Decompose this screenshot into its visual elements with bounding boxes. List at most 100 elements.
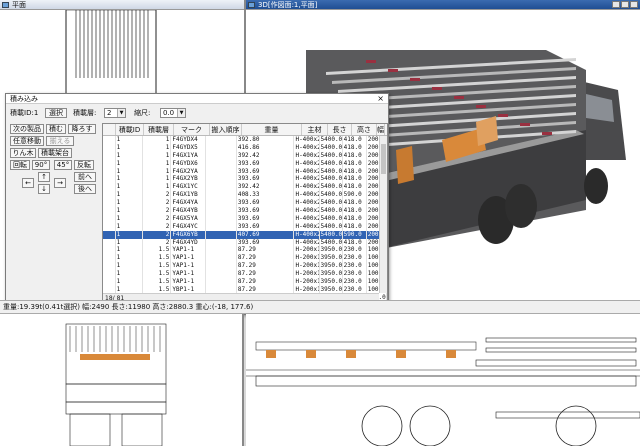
table-header: 積載ID 積載層 マーク 搬入順序 重量 主材 長さ 高さ幅: [103, 124, 387, 136]
load-dialog[interactable]: 積み込み × 積載ID:1 選択 積載層: 2 ▼ 縮尺: 0.0 ▼ 次の製品 積…: [5, 93, 389, 315]
table-row[interactable]: 11F4GYDX4392.80H-400x200x8x125400.0418.0…: [103, 136, 387, 144]
maximize-icon[interactable]: [621, 1, 629, 8]
front-view-canvas[interactable]: [0, 314, 244, 446]
side-view-canvas[interactable]: [246, 314, 640, 446]
column-header[interactable]: 積載ID: [116, 124, 144, 135]
column-header[interactable]: [103, 124, 116, 135]
table-cell: 2: [143, 191, 172, 200]
move-down-button[interactable]: ↓: [38, 184, 50, 194]
table-cell: 1: [143, 167, 172, 176]
table-row[interactable]: 11.5YAP1-1 87.29H-200x100x5.5x83950.0230.…: [103, 246, 387, 255]
table-cell: 1: [116, 159, 143, 168]
table-cell: [103, 136, 116, 144]
table-cell: 418.0: [343, 183, 367, 192]
table-cell: [206, 183, 237, 192]
table-cell: H-200x100x5.5x8: [295, 246, 320, 255]
table-cell: 5400.0: [320, 238, 343, 247]
table-row[interactable]: 12F4GX4YC 393.69H-400x200x8x125400.0418.0…: [103, 222, 387, 231]
move-left-button[interactable]: ←: [22, 178, 34, 188]
table-row[interactable]: 11F4GX2YB393.69H-400x200x8x125400.0418.0…: [103, 175, 387, 184]
table-cell: 230.0: [343, 270, 367, 279]
window-controls[interactable]: [612, 1, 638, 8]
table-row[interactable]: 11F4GX1YC392.42H-400x200x8x125400.0418.0…: [103, 183, 387, 192]
table-cell: 418.0: [343, 151, 367, 160]
rotate-button[interactable]: 回転: [10, 160, 30, 170]
column-header[interactable]: 重量: [242, 124, 302, 135]
table-row[interactable]: 12F4GX4YD 393.69H-400x200x8x125400.0418.0…: [103, 238, 387, 247]
table-cell: H-400x200x8x12: [295, 183, 320, 192]
load-table[interactable]: 積載ID 積載層 マーク 搬入順序 重量 主材 長さ 高さ幅 1 1 F4GYDX4 392.80 H…: [102, 123, 388, 303]
close-icon[interactable]: [630, 1, 638, 8]
table-cell: H-200x100x5.5x8: [295, 270, 320, 279]
table-row[interactable]: 11F4GYDX6393.69H-400x200x8x125400.0418.0…: [103, 159, 387, 168]
table-cell: 1.5: [143, 270, 172, 279]
table-cell: 393.69: [237, 167, 295, 176]
table-cell: H-400x200x8x12: [295, 199, 320, 208]
align-button[interactable]: 揃える: [46, 136, 74, 146]
table-row[interactable]: 11F4GYDX5416.86H-400x200x8x125400.0418.0…: [103, 143, 387, 152]
view3d-title: 3D[作図面:1,平面]: [258, 1, 318, 9]
table-cell: 418.0: [343, 136, 367, 144]
forward-button[interactable]: 前へ: [74, 172, 96, 182]
table-cell: [206, 230, 237, 239]
table-cell: 418.0: [343, 199, 367, 208]
table-cell: YAP1-1: [171, 270, 207, 279]
minimize-icon[interactable]: [612, 1, 620, 8]
table-cell: [206, 246, 237, 255]
table-row[interactable]: 12F4GX4YB 393.69H-400x200x8x125400.0418.0…: [103, 207, 387, 215]
move-right-button[interactable]: →: [54, 178, 66, 188]
dialog-titlebar[interactable]: 積み込み: [6, 94, 388, 104]
table-body[interactable]: 11F4GYDX4392.80H-400x200x8x125400.0418.0…: [103, 136, 387, 302]
table-cell: 1: [116, 270, 143, 279]
table-cell: 1: [116, 191, 143, 200]
column-header[interactable]: 主材: [302, 124, 328, 135]
front-view-window[interactable]: [0, 314, 244, 446]
unload-button[interactable]: 降ろす: [68, 124, 96, 134]
table-row[interactable]: 12F4GX1YB 408.33H-400x200x8x125400.0590.0…: [103, 191, 387, 200]
table-cell: 1: [143, 136, 172, 144]
load-stand-button[interactable]: 積載架台: [38, 148, 72, 158]
table-cell: F4GX4YC: [171, 222, 207, 231]
column-header[interactable]: 高さ: [352, 124, 377, 135]
table-row[interactable]: 11.5YAP1-1 87.29H-200x100x5.5x83950.0230.…: [103, 262, 387, 271]
table-row[interactable]: 12F4GX5YA 393.69H-400x200x8x125400.0418.0…: [103, 214, 387, 223]
table-cell: [206, 199, 237, 208]
table-cell: H-400x200x8x12: [295, 214, 320, 223]
rotate-45-button[interactable]: 45°: [54, 160, 72, 170]
table-cell: 5400.0: [320, 175, 343, 184]
table-row[interactable]: 11.5YAP1-1 87.29H-200x100x5.5x83950.0230.…: [103, 270, 387, 279]
table-cell: 5400.0: [320, 167, 343, 176]
side-view-window[interactable]: [246, 314, 640, 446]
table-row[interactable]: 11F4GX2YA393.69H-400x200x8x125400.0418.0…: [103, 167, 387, 176]
table-row[interactable]: 12F4GX4YA 393.69H-400x200x8x125400.0418.0…: [103, 199, 387, 208]
view3d-titlebar[interactable]: 3D[作図面:1,平面]: [246, 0, 640, 10]
column-header[interactable]: 長さ: [328, 124, 352, 135]
table-row[interactable]: 11.5YAP1-1 87.29H-200x100x5.5x83950.0230.…: [103, 254, 387, 263]
vertical-scrollbar[interactable]: [379, 136, 387, 293]
select-button[interactable]: 選択: [45, 108, 67, 118]
flip-button[interactable]: 反転: [74, 160, 94, 170]
move-up-button[interactable]: ↑: [38, 172, 50, 182]
column-header[interactable]: 幅: [377, 124, 385, 135]
column-header[interactable]: 積載層: [144, 124, 174, 135]
stack-button[interactable]: 積む: [46, 124, 66, 134]
plan-view-titlebar[interactable]: 平面: [0, 0, 244, 10]
table-row[interactable]: 11.5YAP1-1 87.29H-200x100x5.5x83950.0230.…: [103, 278, 387, 286]
close-icon[interactable]: ×: [377, 94, 384, 104]
column-header[interactable]: 搬入順序: [210, 124, 242, 135]
ringwood-button[interactable]: りん木: [10, 148, 36, 158]
backward-button[interactable]: 後へ: [74, 184, 96, 194]
layer-select[interactable]: 2 ▼: [104, 108, 126, 118]
rotate-90-button[interactable]: 90°: [32, 160, 50, 170]
table-cell: 230.0: [343, 254, 367, 263]
table-cell: 393.69: [237, 222, 295, 231]
table-row[interactable]: 12F4GX6YB 407.69H-400x200x8x125400.0590.0…: [103, 230, 387, 239]
column-header[interactable]: マーク: [174, 124, 210, 135]
scale-select[interactable]: 0.0 ▼: [160, 108, 186, 118]
move-any-button[interactable]: 任意移動: [10, 136, 44, 146]
table-cell: H-400x200x8x12: [295, 159, 320, 168]
table-row[interactable]: 11F4GX1YA392.42H-400x200x8x125400.0418.0…: [103, 151, 387, 160]
table-cell: [103, 159, 116, 168]
next-product-button[interactable]: 次の製品: [10, 124, 44, 134]
table-cell: 87.29: [237, 254, 295, 263]
